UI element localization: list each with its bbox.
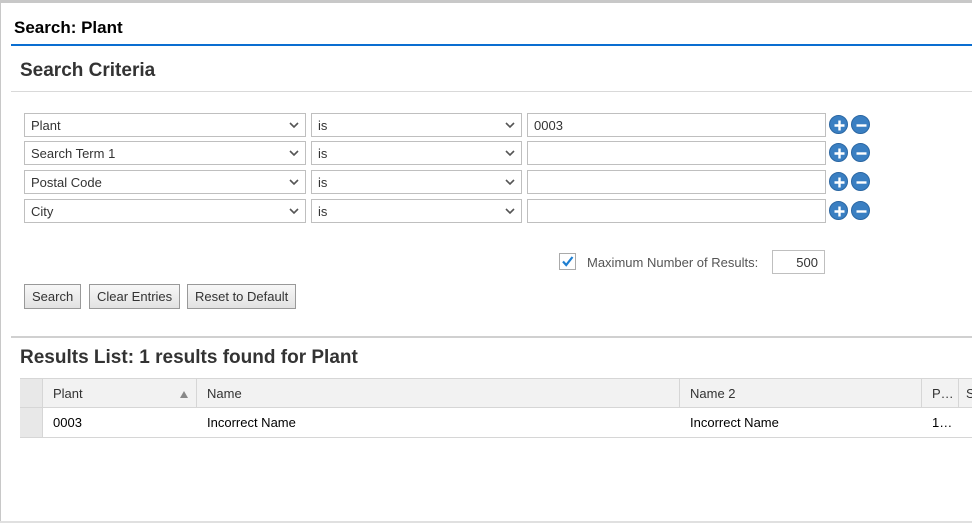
max-results-checkbox[interactable]	[559, 253, 576, 270]
plus-circle-icon	[834, 148, 845, 159]
column-header-label: Name	[207, 386, 242, 401]
search-button[interactable]: Search	[24, 284, 82, 309]
operator-select-value: is	[318, 146, 328, 161]
clear-entries-button[interactable]: Clear Entries	[89, 284, 181, 309]
minus-circle-icon	[856, 210, 867, 213]
value-input[interactable]	[527, 170, 826, 194]
minus-circle-icon	[856, 124, 867, 127]
chevron-down-icon	[505, 122, 515, 129]
add-row-button[interactable]	[829, 143, 848, 162]
add-row-button[interactable]	[829, 115, 848, 134]
field-select[interactable]: Search Term 1	[24, 141, 306, 165]
field-select-value: Plant	[31, 118, 61, 133]
max-results-input[interactable]: 500	[772, 250, 825, 274]
row-selector[interactable]	[20, 408, 43, 437]
remove-row-button[interactable]	[851, 143, 870, 162]
field-select-value: City	[31, 204, 54, 219]
column-header-name[interactable]: Name	[197, 379, 680, 407]
chevron-down-icon	[289, 150, 299, 157]
search-criteria-title: Search Criteria	[20, 60, 156, 81]
operator-select[interactable]: is	[311, 141, 522, 165]
operator-select[interactable]: is	[311, 170, 522, 194]
field-select[interactable]: Plant	[24, 113, 306, 137]
field-select-value: Postal Code	[31, 175, 102, 190]
max-results-label: Maximum Number of Results:	[587, 255, 759, 270]
chevron-down-icon	[289, 208, 299, 215]
chevron-down-icon	[289, 179, 299, 186]
cell-name: Incorrect Name	[207, 415, 296, 430]
column-header-plant[interactable]: Plant	[43, 379, 197, 407]
section-divider	[11, 91, 972, 92]
minus-circle-icon	[856, 152, 867, 155]
dialog-title: Search: Plant	[14, 18, 123, 37]
search-dialog: Search: Plant Search Criteria Plant is 0…	[1, 3, 972, 521]
operator-select[interactable]: is	[311, 113, 522, 137]
chevron-down-icon	[289, 122, 299, 129]
chevron-down-icon	[505, 150, 515, 157]
cell-p: 1…	[932, 415, 953, 430]
cell-plant: 0003	[53, 415, 82, 430]
column-header-label: P…	[932, 386, 954, 401]
field-select[interactable]: Postal Code	[24, 170, 306, 194]
field-select-value: Search Term 1	[31, 146, 116, 161]
column-header-name-2[interactable]: Name 2	[680, 379, 922, 407]
operator-select-value: is	[318, 204, 328, 219]
table-row[interactable]: 0003 Incorrect Name Incorrect Name 1…	[20, 408, 972, 438]
sort-ascending-icon	[180, 391, 188, 398]
plus-circle-icon	[834, 177, 845, 188]
title-divider	[11, 44, 972, 46]
operator-select[interactable]: is	[311, 199, 522, 223]
minus-circle-icon	[856, 181, 867, 184]
field-select[interactable]: City	[24, 199, 306, 223]
column-header-s[interactable]: S	[959, 379, 972, 407]
chevron-down-icon	[505, 208, 515, 215]
plus-circle-icon	[834, 120, 845, 131]
chevron-down-icon	[505, 179, 515, 186]
remove-row-button[interactable]	[851, 172, 870, 191]
column-header-label: Name 2	[690, 386, 736, 401]
cell-name-2: Incorrect Name	[690, 415, 779, 430]
column-header-label: S	[966, 386, 972, 401]
reset-to-default-button[interactable]: Reset to Default	[187, 284, 297, 309]
plus-circle-icon	[834, 206, 845, 217]
remove-row-button[interactable]	[851, 115, 870, 134]
operator-select-value: is	[318, 118, 328, 133]
column-header-p[interactable]: P…	[922, 379, 959, 407]
add-row-button[interactable]	[829, 172, 848, 191]
checkmark-icon	[562, 256, 574, 267]
add-row-button[interactable]	[829, 201, 848, 220]
operator-select-value: is	[318, 175, 328, 190]
value-input[interactable]: 0003	[527, 113, 826, 137]
remove-row-button[interactable]	[851, 201, 870, 220]
results-divider	[11, 336, 972, 338]
column-header-label: Plant	[53, 386, 83, 401]
results-list-title: Results List: 1 results found for Plant	[20, 347, 358, 368]
table-header: Plant Name Name 2 P… S	[20, 378, 972, 408]
value-input[interactable]	[527, 199, 826, 223]
select-all-column[interactable]	[20, 379, 43, 407]
value-input[interactable]	[527, 141, 826, 165]
